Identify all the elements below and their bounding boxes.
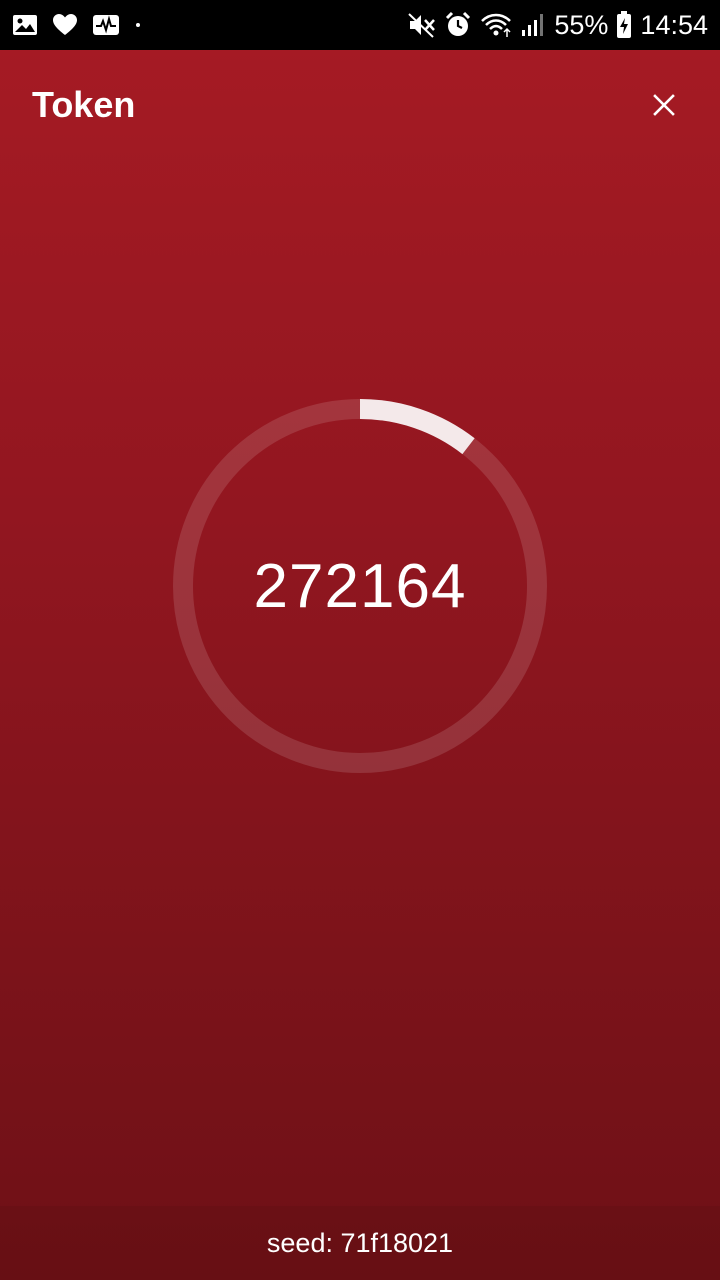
- page-title: Token: [32, 84, 136, 125]
- wifi-icon: [480, 12, 512, 38]
- close-icon: [653, 94, 675, 116]
- gallery-icon: [12, 13, 38, 37]
- activity-icon: [92, 13, 120, 37]
- seed-label: seed: 71f18021: [266, 1227, 454, 1258]
- status-bar: 55% 14:54: [0, 0, 720, 50]
- status-system: 55% 14:54: [408, 10, 708, 41]
- status-notifications: [12, 13, 142, 37]
- battery-icon: [616, 11, 632, 39]
- mute-icon: [408, 12, 436, 38]
- alarm-icon: [444, 11, 472, 39]
- status-time: 14:54: [640, 9, 708, 40]
- token-timer: 272164: [172, 398, 548, 774]
- battery-percentage: 55%: [554, 9, 609, 40]
- seed-footer: seed: 71f18021: [0, 1206, 720, 1280]
- heart-icon: [52, 13, 78, 37]
- signal-icon: [520, 12, 546, 38]
- token-screen: 55% 14:54 Token 272164 seed: 71f18021: [0, 0, 720, 1280]
- dot-icon: [134, 21, 142, 29]
- close-button[interactable]: [640, 81, 688, 129]
- token-code: 272164: [253, 551, 467, 621]
- app-bar: Token: [0, 50, 720, 160]
